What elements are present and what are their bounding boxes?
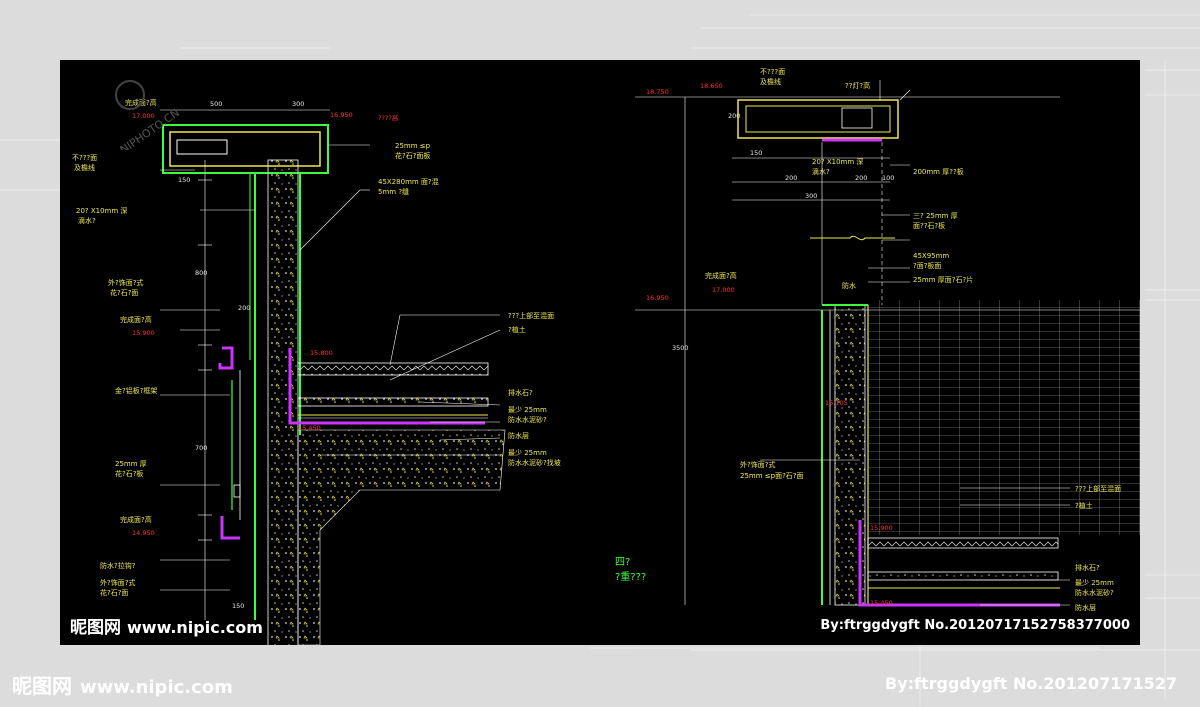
right-level-18750: 18.750 [646, 88, 669, 96]
outer-logo-text: 昵图网 [12, 674, 72, 698]
right-level-15105: 15.105 [825, 399, 848, 407]
right-note-green-2: ?重??? [615, 570, 646, 583]
right-label-thick-200: 200mm 厚??板 [913, 167, 964, 176]
right-label-stone-45: 45X95mm [913, 252, 949, 260]
left-label-top: ????高 [378, 113, 399, 122]
left-label-external-1: 外?饰面?式 [108, 278, 143, 287]
right-soil-layer [867, 537, 1059, 549]
outer-watermark-byline: By:ftrggdygft No.201207171527 [885, 674, 1177, 693]
left-dim-700: 700 [195, 444, 207, 452]
stamp-text: NIPHOTO.CN [118, 106, 182, 150]
right-brick-wall [868, 300, 1140, 535]
left-dim-150b: 150 [232, 602, 244, 610]
left-label-waterproof: 防水层 [508, 431, 529, 440]
right-label-lamp: ??灯?高 [845, 81, 870, 90]
left-label-finish-low: 完成面?高 [120, 515, 152, 524]
outer-site-url: www.nipic.com [80, 677, 233, 698]
left-waterproof-lower [220, 516, 240, 540]
right-level-18650: 18.650 [700, 82, 723, 90]
right-label-stainless-sub: 及檐线 [760, 77, 781, 86]
right-label-concrete-top: ???上部至混面 [1075, 484, 1121, 493]
left-label-external-2: 外?饰面?式 [100, 578, 135, 587]
right-note-green-1: 四? [615, 557, 630, 568]
left-level-14950: 14.950 [132, 529, 155, 537]
right-label-pipe-sub: 面??石?板 [913, 221, 945, 230]
left-soil-layer [297, 362, 489, 376]
left-section-detail [160, 109, 506, 645]
inner-watermark-byline: By:ftrggdygft No.20120717152758377000 [820, 618, 1130, 633]
right-label-overflow: 防水 [842, 281, 856, 290]
right-level-17000: 17.000 [712, 286, 735, 294]
left-level-15800: 15.800 [310, 349, 333, 357]
cad-drawing-canvas: 500 300 150 200 800 700 150 17.000 16.95… [60, 60, 1140, 645]
center-stamp-watermark: NIPHOTO.CN [115, 80, 182, 150]
right-label-drip-sub: 滴水? [812, 167, 830, 176]
right-level-16950: 16.950 [646, 294, 669, 302]
left-label-external-2-sub: 花?石?面 [100, 588, 128, 597]
left-label-stone-45-sub: 5mm ?缝 [378, 187, 409, 196]
left-label-finish-mid: 完成面?高 [120, 315, 152, 324]
right-label-drip: 20? X10mm 深 [812, 157, 863, 166]
inner-site-url: www.nipic.com [127, 618, 263, 637]
left-label-stone-25: 25mm 厚 [115, 460, 147, 468]
left-label-external-1-sub: 花?石?面 [110, 288, 138, 297]
left-level-15900: 15.900 [132, 329, 155, 337]
right-level-15900: 15.900 [870, 524, 893, 532]
left-label-min-25: 最少 25mm [508, 406, 547, 414]
right-dim-200a: 200 [728, 112, 740, 120]
inner-watermark-logo: 昵图网 www.nipic.com [70, 613, 263, 638]
left-column-core [267, 159, 299, 645]
left-waterproof-upper [218, 346, 234, 370]
left-label-stainless-sub: 及檐线 [74, 163, 95, 172]
right-label-stone-45-sub: ?面?板面 [913, 261, 941, 270]
right-label-min-25: 最少 25mm [1075, 579, 1114, 587]
right-label-thick-25: 25mm 厚面?石?片 [913, 275, 973, 284]
outer-watermark-logo: 昵图网 www.nipic.com [12, 670, 233, 699]
right-label-external: 外?饰面?式 [740, 460, 775, 469]
right-label-min-25-sub: 防水水泥砂? [1075, 588, 1114, 597]
left-label-min-25b-sub: 防水水泥砂?找坡 [508, 458, 561, 467]
left-label-stone-45: 45X280mm 面?混 [378, 177, 439, 186]
left-label-drainage: 排水石? [508, 388, 533, 397]
right-label-stainless: 不???面 [760, 68, 785, 76]
left-label-soil: ?植土 [508, 325, 526, 334]
right-dim-200c: 200 [855, 174, 867, 182]
right-dim-200b: 200 [785, 174, 797, 182]
left-label-min-25-sub: 防水水泥砂? [508, 415, 547, 424]
left-label-stone-25-sub: 花?石?板 [115, 469, 143, 478]
left-concrete-base [297, 429, 506, 645]
left-level-16950: 16.950 [330, 111, 353, 119]
left-dim-300: 300 [292, 100, 304, 108]
left-dim-200: 200 [238, 304, 250, 312]
left-label-min-25b: 最少 25mm [508, 449, 547, 457]
right-drainage-layer [867, 571, 1059, 581]
right-dim-3500: 3500 [672, 344, 689, 352]
left-label-drip-sub: 滴水? [78, 216, 96, 225]
left-dim-800: 800 [195, 269, 207, 277]
left-label-drip: 20? X10mm 深 [76, 206, 127, 215]
right-dim-300: 300 [805, 192, 817, 200]
right-dim-100: 100 [882, 174, 894, 182]
right-label-external-sub: 25mm ≤p面?石?面 [740, 472, 804, 480]
right-label-waterproof: 防水层 [1075, 603, 1096, 612]
right-label-finish: 完成面?高 [705, 271, 737, 280]
left-label-aluminum: 金?铝板?框架 [115, 386, 157, 395]
right-label-pipe: 三? 25mm 厚 [913, 212, 958, 220]
left-label-stainless: 不???面 [72, 154, 97, 162]
inner-logo-text: 昵图网 [70, 618, 121, 638]
left-dim-150: 150 [178, 176, 190, 184]
left-level-15450: 15.450 [298, 424, 321, 432]
right-dim-150: 150 [750, 149, 762, 157]
right-label-soil: ?植土 [1075, 501, 1093, 510]
left-label-waterproof-hook: 防水?拉钩? [100, 561, 136, 570]
right-label-drainage: 排水石? [1075, 563, 1100, 572]
right-level-15450: 15.450 [870, 599, 893, 607]
left-label-edge-25-sub: 花?石?面板 [395, 151, 430, 160]
left-drainage-layer [297, 397, 489, 407]
left-label-edge-25: 25mm ≤p [395, 142, 431, 150]
left-waterproof-slab [288, 348, 485, 425]
left-label-concrete-top: ???上部至混面 [508, 311, 554, 320]
